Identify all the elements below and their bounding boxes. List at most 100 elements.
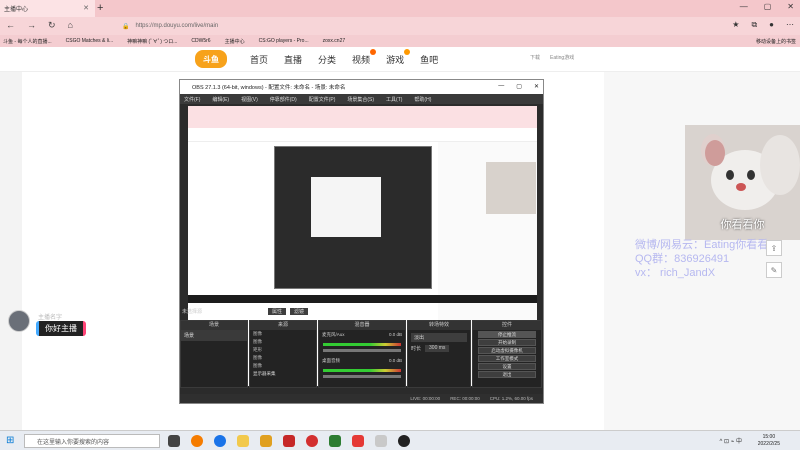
- more-icon[interactable]: ⋯: [786, 20, 794, 30]
- filters-button[interactable]: 滤镜: [290, 308, 309, 315]
- window-controls: — ▢ ✕: [740, 2, 794, 11]
- qq-line: QQ群：836926491: [635, 253, 730, 265]
- browser-tab[interactable]: 主播中心 ✕: [0, 0, 95, 17]
- mobile-bookmarks[interactable]: 移动设备上的书签: [756, 38, 796, 45]
- source-item[interactable]: 显示器采集: [250, 370, 316, 378]
- bookmarks-bar: 斗鱼 - 每个人的直播... CSGO Matches & li... 神嘛神嘛…: [0, 35, 800, 47]
- source-item[interactable]: 矩形: [250, 346, 316, 354]
- nav-home[interactable]: 首页: [250, 53, 268, 66]
- menu-view[interactable]: 视图(V): [241, 96, 258, 103]
- mixer-dock: 混音器 麦克风/Aux 0.0 dB 桌面音频 0.0 dB: [318, 320, 406, 388]
- source-item[interactable]: 图像: [250, 338, 316, 346]
- clock-date: 2022/2/25: [757, 441, 780, 447]
- app-icon[interactable]: [260, 435, 272, 447]
- nav-fishbar[interactable]: 鱼吧: [420, 53, 438, 66]
- app-icon[interactable]: [283, 435, 295, 447]
- mixer-track: 桌面音频 0.0 dB: [319, 354, 405, 366]
- avatar-name: 主播名字: [38, 315, 63, 321]
- menu-file[interactable]: 文件(F): [184, 96, 200, 103]
- start-recording-button[interactable]: 开始录制: [478, 339, 536, 346]
- firefox-icon[interactable]: [191, 435, 203, 447]
- volume-slider[interactable]: [323, 349, 401, 352]
- lock-icon: 🔒: [122, 23, 130, 30]
- obs-status-bar: LIVE: 00:00:00 REC: 00:00:00 CPU: 1.2%, …: [180, 394, 543, 403]
- hot-badge: [404, 49, 411, 55]
- scenes-dock: 场景 场景: [180, 320, 248, 388]
- download-link[interactable]: 下载: [530, 54, 540, 61]
- nav-video-label: 视频: [352, 55, 371, 65]
- user-area: 下载 Eating游戏: [530, 54, 574, 61]
- home-icon[interactable]: ⌂: [68, 20, 73, 31]
- source-item[interactable]: 图像: [250, 330, 316, 338]
- volume-slider[interactable]: [323, 375, 401, 378]
- clock[interactable]: 15:00 2022/2/25: [758, 434, 780, 448]
- settings-button[interactable]: 设置: [478, 363, 536, 370]
- obs-icon[interactable]: [398, 435, 410, 447]
- properties-button[interactable]: 属性: [268, 308, 287, 315]
- source-item[interactable]: 图像: [250, 362, 316, 370]
- nav-video[interactable]: 视频: [352, 49, 377, 66]
- close-window-button[interactable]: ✕: [787, 2, 794, 11]
- bookmark-item[interactable]: 斗鱼 - 每个人的直播...: [3, 38, 52, 45]
- netease-music-icon[interactable]: [306, 435, 318, 447]
- bookmark-item[interactable]: 神嘛神嘛 (ﾟ∀ﾟ) つロ...: [127, 38, 177, 45]
- douyu-logo[interactable]: 斗鱼: [195, 50, 227, 68]
- prop-buttons: 属性 滤镜: [268, 308, 309, 315]
- menu-tools[interactable]: 工具(T): [386, 96, 402, 103]
- browser-tab-bar: 主播中心 ✕ + — ▢ ✕: [0, 0, 800, 17]
- menu-profile[interactable]: 配置文件(P): [309, 96, 336, 103]
- transition-select[interactable]: 淡出: [411, 333, 467, 342]
- back-icon[interactable]: ←: [6, 20, 15, 31]
- scene-item[interactable]: 场景: [181, 330, 247, 341]
- maximize-button[interactable]: ▢: [764, 2, 772, 11]
- edge-icon[interactable]: [214, 435, 226, 447]
- obs-menu-bar: 文件(F) 编辑(E) 视图(V) 停靠部件(D) 配置文件(P) 场景集合(S…: [180, 94, 543, 104]
- refresh-icon[interactable]: ↻: [48, 20, 56, 31]
- bookmark-item[interactable]: 主播中心: [225, 38, 245, 45]
- bookmark-item[interactable]: zoxx.cn27: [323, 38, 346, 44]
- feedback-icon[interactable]: ✎: [766, 262, 782, 278]
- studio-mode-button[interactable]: 工作室模式: [478, 355, 536, 362]
- obs-title: OBS 27.1.3 (64-bit, windows) - 配置文件: 未命名…: [192, 85, 346, 91]
- stop-streaming-button[interactable]: 停止推流: [478, 331, 536, 338]
- nav-category[interactable]: 分类: [318, 53, 336, 66]
- forward-icon[interactable]: →: [27, 20, 36, 31]
- track-name: 桌面音频: [322, 358, 340, 363]
- close-tab-icon[interactable]: ✕: [83, 4, 89, 12]
- app-icon[interactable]: [352, 435, 364, 447]
- exit-button[interactable]: 退出: [478, 371, 536, 378]
- vx-line: vx： rich_JandX: [635, 267, 716, 279]
- favorite-star-icon[interactable]: ★: [732, 20, 739, 30]
- virtual-camera-button[interactable]: 启动虚拟摄像机: [478, 347, 536, 354]
- bookmark-item[interactable]: CSGO Matches & li...: [66, 38, 114, 44]
- menu-scene-collection[interactable]: 场景集合(S): [347, 96, 374, 103]
- bookmark-item[interactable]: CS:GO players - Pro...: [259, 38, 309, 44]
- obs-close-button[interactable]: ✕: [534, 83, 539, 90]
- menu-docks[interactable]: 停靠部件(D): [270, 96, 297, 103]
- side-tools: ⇪ ✎: [766, 240, 782, 278]
- source-item[interactable]: 图像: [250, 354, 316, 362]
- file-explorer-icon[interactable]: [237, 435, 249, 447]
- profile-icon[interactable]: ●: [769, 20, 774, 30]
- system-tray[interactable]: ^ ⊡ ⌁ 中: [720, 436, 742, 445]
- app-icon[interactable]: [329, 435, 341, 447]
- menu-edit[interactable]: 编辑(E): [212, 96, 229, 103]
- share-icon[interactable]: ⇪: [766, 240, 782, 256]
- new-tab-button[interactable]: +: [97, 2, 103, 14]
- url-field[interactable]: 🔒 https://mp.douyu.com/live/main: [112, 20, 702, 32]
- user-name[interactable]: Eating游戏: [550, 54, 574, 61]
- mixer-dock-title: 混音器: [319, 321, 405, 330]
- nav-game[interactable]: 游戏: [386, 49, 411, 66]
- nav-live[interactable]: 直播: [284, 53, 302, 66]
- app-icon[interactable]: [375, 435, 387, 447]
- taskbar-search[interactable]: 在这里输入你要搜索的内容: [24, 434, 160, 448]
- obs-minimize-button[interactable]: —: [498, 83, 504, 90]
- duration-input[interactable]: 300 ms: [425, 345, 450, 352]
- menu-help[interactable]: 帮助(H): [414, 96, 431, 103]
- collections-icon[interactable]: ⧉: [751, 20, 757, 30]
- task-view-icon[interactable]: [168, 435, 180, 447]
- obs-maximize-button[interactable]: ▢: [516, 83, 522, 90]
- windows-start-icon[interactable]: ⊞: [6, 435, 14, 446]
- bookmark-item[interactable]: CDW5r6: [191, 38, 210, 44]
- minimize-button[interactable]: —: [740, 2, 748, 11]
